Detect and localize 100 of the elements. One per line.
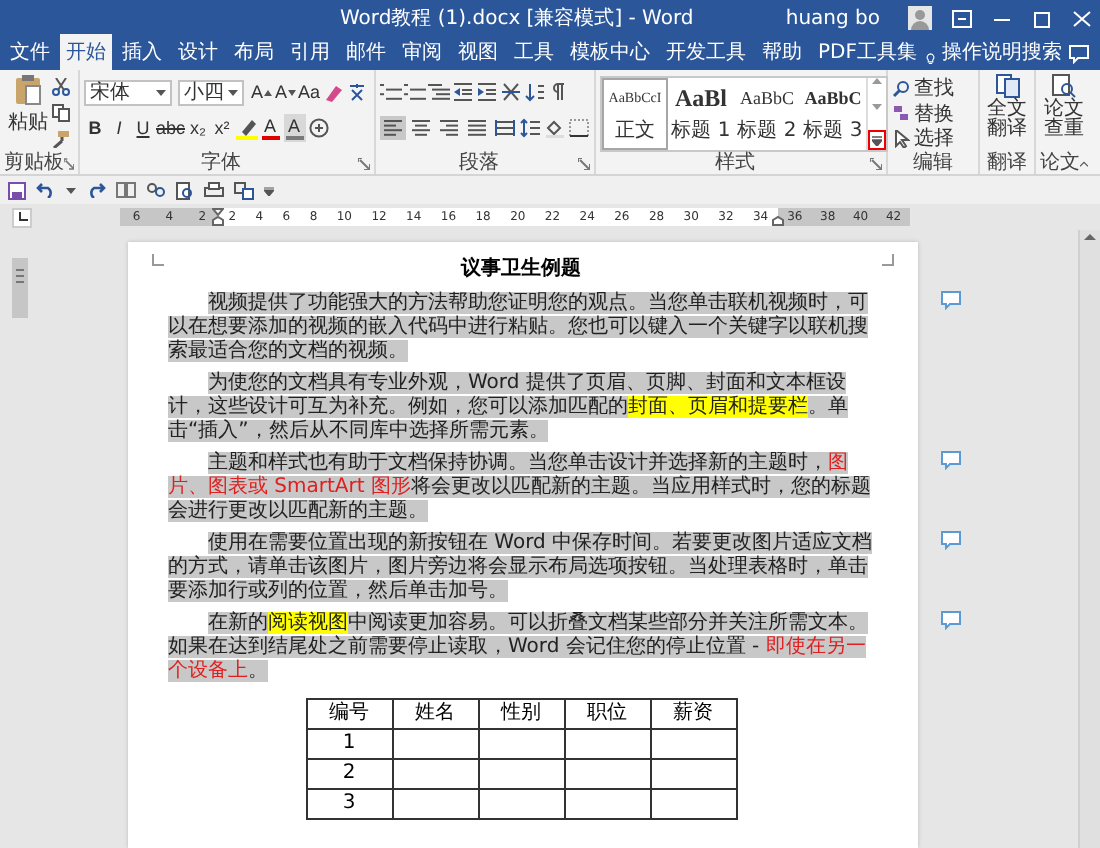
ribbon-tab[interactable]: 视图 [452, 34, 504, 70]
grow-font-button[interactable]: A [250, 78, 272, 106]
group-label: 样式 [713, 152, 757, 174]
change-case-button[interactable]: Aa [298, 78, 321, 106]
font-name-field[interactable]: 宋体 [84, 79, 172, 105]
comment-icon[interactable] [940, 290, 962, 310]
users-icon[interactable] [146, 181, 166, 199]
close-icon[interactable] [1072, 9, 1092, 27]
save-icon[interactable] [8, 181, 26, 199]
cursor-icon[interactable] [892, 129, 910, 147]
borders-icon[interactable] [568, 118, 590, 138]
ribbon-tab[interactable]: 帮助 [756, 34, 808, 70]
scroll-down-icon[interactable] [872, 104, 882, 110]
subscript-button[interactable]: x₂ [187, 114, 210, 142]
clipboard-icon[interactable] [14, 74, 42, 106]
font-color-button[interactable]: A [259, 114, 282, 142]
phonetic-guide-icon[interactable] [346, 82, 369, 102]
paste-button[interactable]: 粘贴 [4, 74, 52, 152]
document-search-icon[interactable] [1052, 74, 1076, 98]
comment-icon[interactable] [940, 450, 962, 470]
ribbon-tab[interactable]: 工具 [508, 34, 560, 70]
select-button[interactable]: 选择 [892, 126, 974, 150]
ribbon-tab[interactable]: 引用 [284, 34, 336, 70]
sort-icon[interactable] [524, 82, 546, 102]
print-icon[interactable] [204, 181, 224, 199]
format-painter-icon[interactable] [52, 130, 70, 148]
ribbon-tab[interactable]: 模板中心 [564, 34, 656, 70]
caret-icon[interactable] [66, 187, 76, 193]
font-size-field[interactable]: 小四 [178, 79, 244, 105]
increase-indent-icon[interactable] [476, 82, 498, 102]
ribbon-tab[interactable]: 邮件 [340, 34, 392, 70]
translate-button[interactable]: 全文翻译 [984, 74, 1030, 152]
caret-icon[interactable] [156, 89, 166, 95]
superscript-button[interactable]: x² [211, 114, 234, 142]
comment-icon[interactable] [940, 530, 962, 550]
search-icon[interactable] [892, 79, 910, 97]
dialog-launcher-icon[interactable] [64, 157, 74, 169]
highlighter-icon[interactable] [235, 116, 258, 140]
column-header: 性别 [478, 699, 564, 729]
scroll-up-icon[interactable] [1084, 230, 1096, 242]
show-marks-icon[interactable] [548, 82, 570, 102]
italic-button[interactable]: I [108, 114, 130, 142]
gallery-more-button[interactable] [868, 130, 886, 150]
lightbulb-icon[interactable] [926, 48, 936, 70]
bullet-list-icon[interactable] [380, 82, 402, 102]
shading-button[interactable]: A [283, 114, 306, 142]
bold-button[interactable]: B [84, 114, 106, 142]
scroll-up-icon[interactable] [872, 78, 882, 84]
ribbon-tab[interactable]: 布局 [228, 34, 280, 70]
table-cell: 3 [306, 789, 392, 819]
clear-format-icon[interactable] [322, 82, 345, 102]
style-item[interactable]: AaBbC 标题 2 [734, 78, 800, 150]
ribbon-tab[interactable]: PDF工具集 [812, 34, 923, 70]
tell-me-search[interactable]: 操作说明搜索 [936, 38, 1068, 70]
dialog-launcher-icon[interactable] [358, 157, 370, 169]
style-item[interactable]: AaBbC 标题 3 [800, 78, 866, 150]
strike-button[interactable]: abc [156, 114, 186, 142]
replace-icon[interactable] [892, 104, 910, 122]
collapse-ribbon-icon[interactable] [1080, 159, 1088, 167]
asian-layout-icon[interactable] [500, 82, 522, 102]
style-item[interactable]: AaBl 标题 1 [668, 78, 734, 150]
customize-toolbar-icon[interactable] [264, 185, 274, 195]
tab-stop-icon[interactable] [17, 212, 27, 222]
replace-button[interactable]: 替换 [892, 101, 974, 125]
decrease-indent-icon[interactable] [452, 82, 474, 102]
comment-icon[interactable] [940, 610, 962, 630]
translate-icon[interactable] [995, 74, 1019, 98]
multilevel-list-icon[interactable] [428, 82, 450, 102]
dialog-launcher-icon[interactable] [870, 157, 882, 169]
plagiarism-check-button[interactable]: 论文查重 [1040, 74, 1088, 152]
numbered-list-icon[interactable] [404, 82, 426, 102]
caret-down-icon[interactable] [287, 89, 295, 95]
print-preview-icon[interactable] [176, 181, 194, 199]
more-icon[interactable] [872, 135, 882, 145]
ribbon-tab[interactable]: 开始 [60, 34, 112, 70]
enclose-character-icon[interactable] [307, 118, 330, 138]
ribbon-tab[interactable]: 审阅 [396, 34, 448, 70]
caret-up-icon[interactable] [263, 89, 271, 95]
line-spacing-icon[interactable] [520, 118, 542, 138]
maximize-icon[interactable] [1032, 9, 1052, 27]
ribbon-tab[interactable]: 插入 [116, 34, 168, 70]
dialog-launcher-icon[interactable] [578, 157, 590, 169]
shading-bucket-icon[interactable] [544, 118, 566, 138]
ribbon-tab[interactable]: 文件 [4, 34, 56, 70]
ribbon-tab[interactable]: 设计 [172, 34, 224, 70]
underline-button[interactable]: U [132, 114, 154, 142]
ribbon-tab[interactable]: 开发工具 [660, 34, 752, 70]
indent-marker-icon[interactable] [212, 208, 225, 226]
undo-icon[interactable] [36, 182, 56, 198]
shrink-font-button[interactable]: A [274, 78, 296, 106]
copy-icon[interactable] [52, 104, 70, 122]
caret-icon[interactable] [228, 89, 238, 95]
cut-icon[interactable] [52, 78, 70, 96]
window-switch-icon[interactable] [234, 181, 254, 199]
redo-icon[interactable] [86, 182, 106, 198]
tab-stop-button[interactable] [12, 207, 32, 227]
ribbon-display-icon[interactable] [952, 9, 972, 27]
find-button[interactable]: 查找 [892, 76, 974, 100]
group-label: 翻译 [985, 152, 1029, 174]
two-pages-icon[interactable] [116, 182, 136, 198]
